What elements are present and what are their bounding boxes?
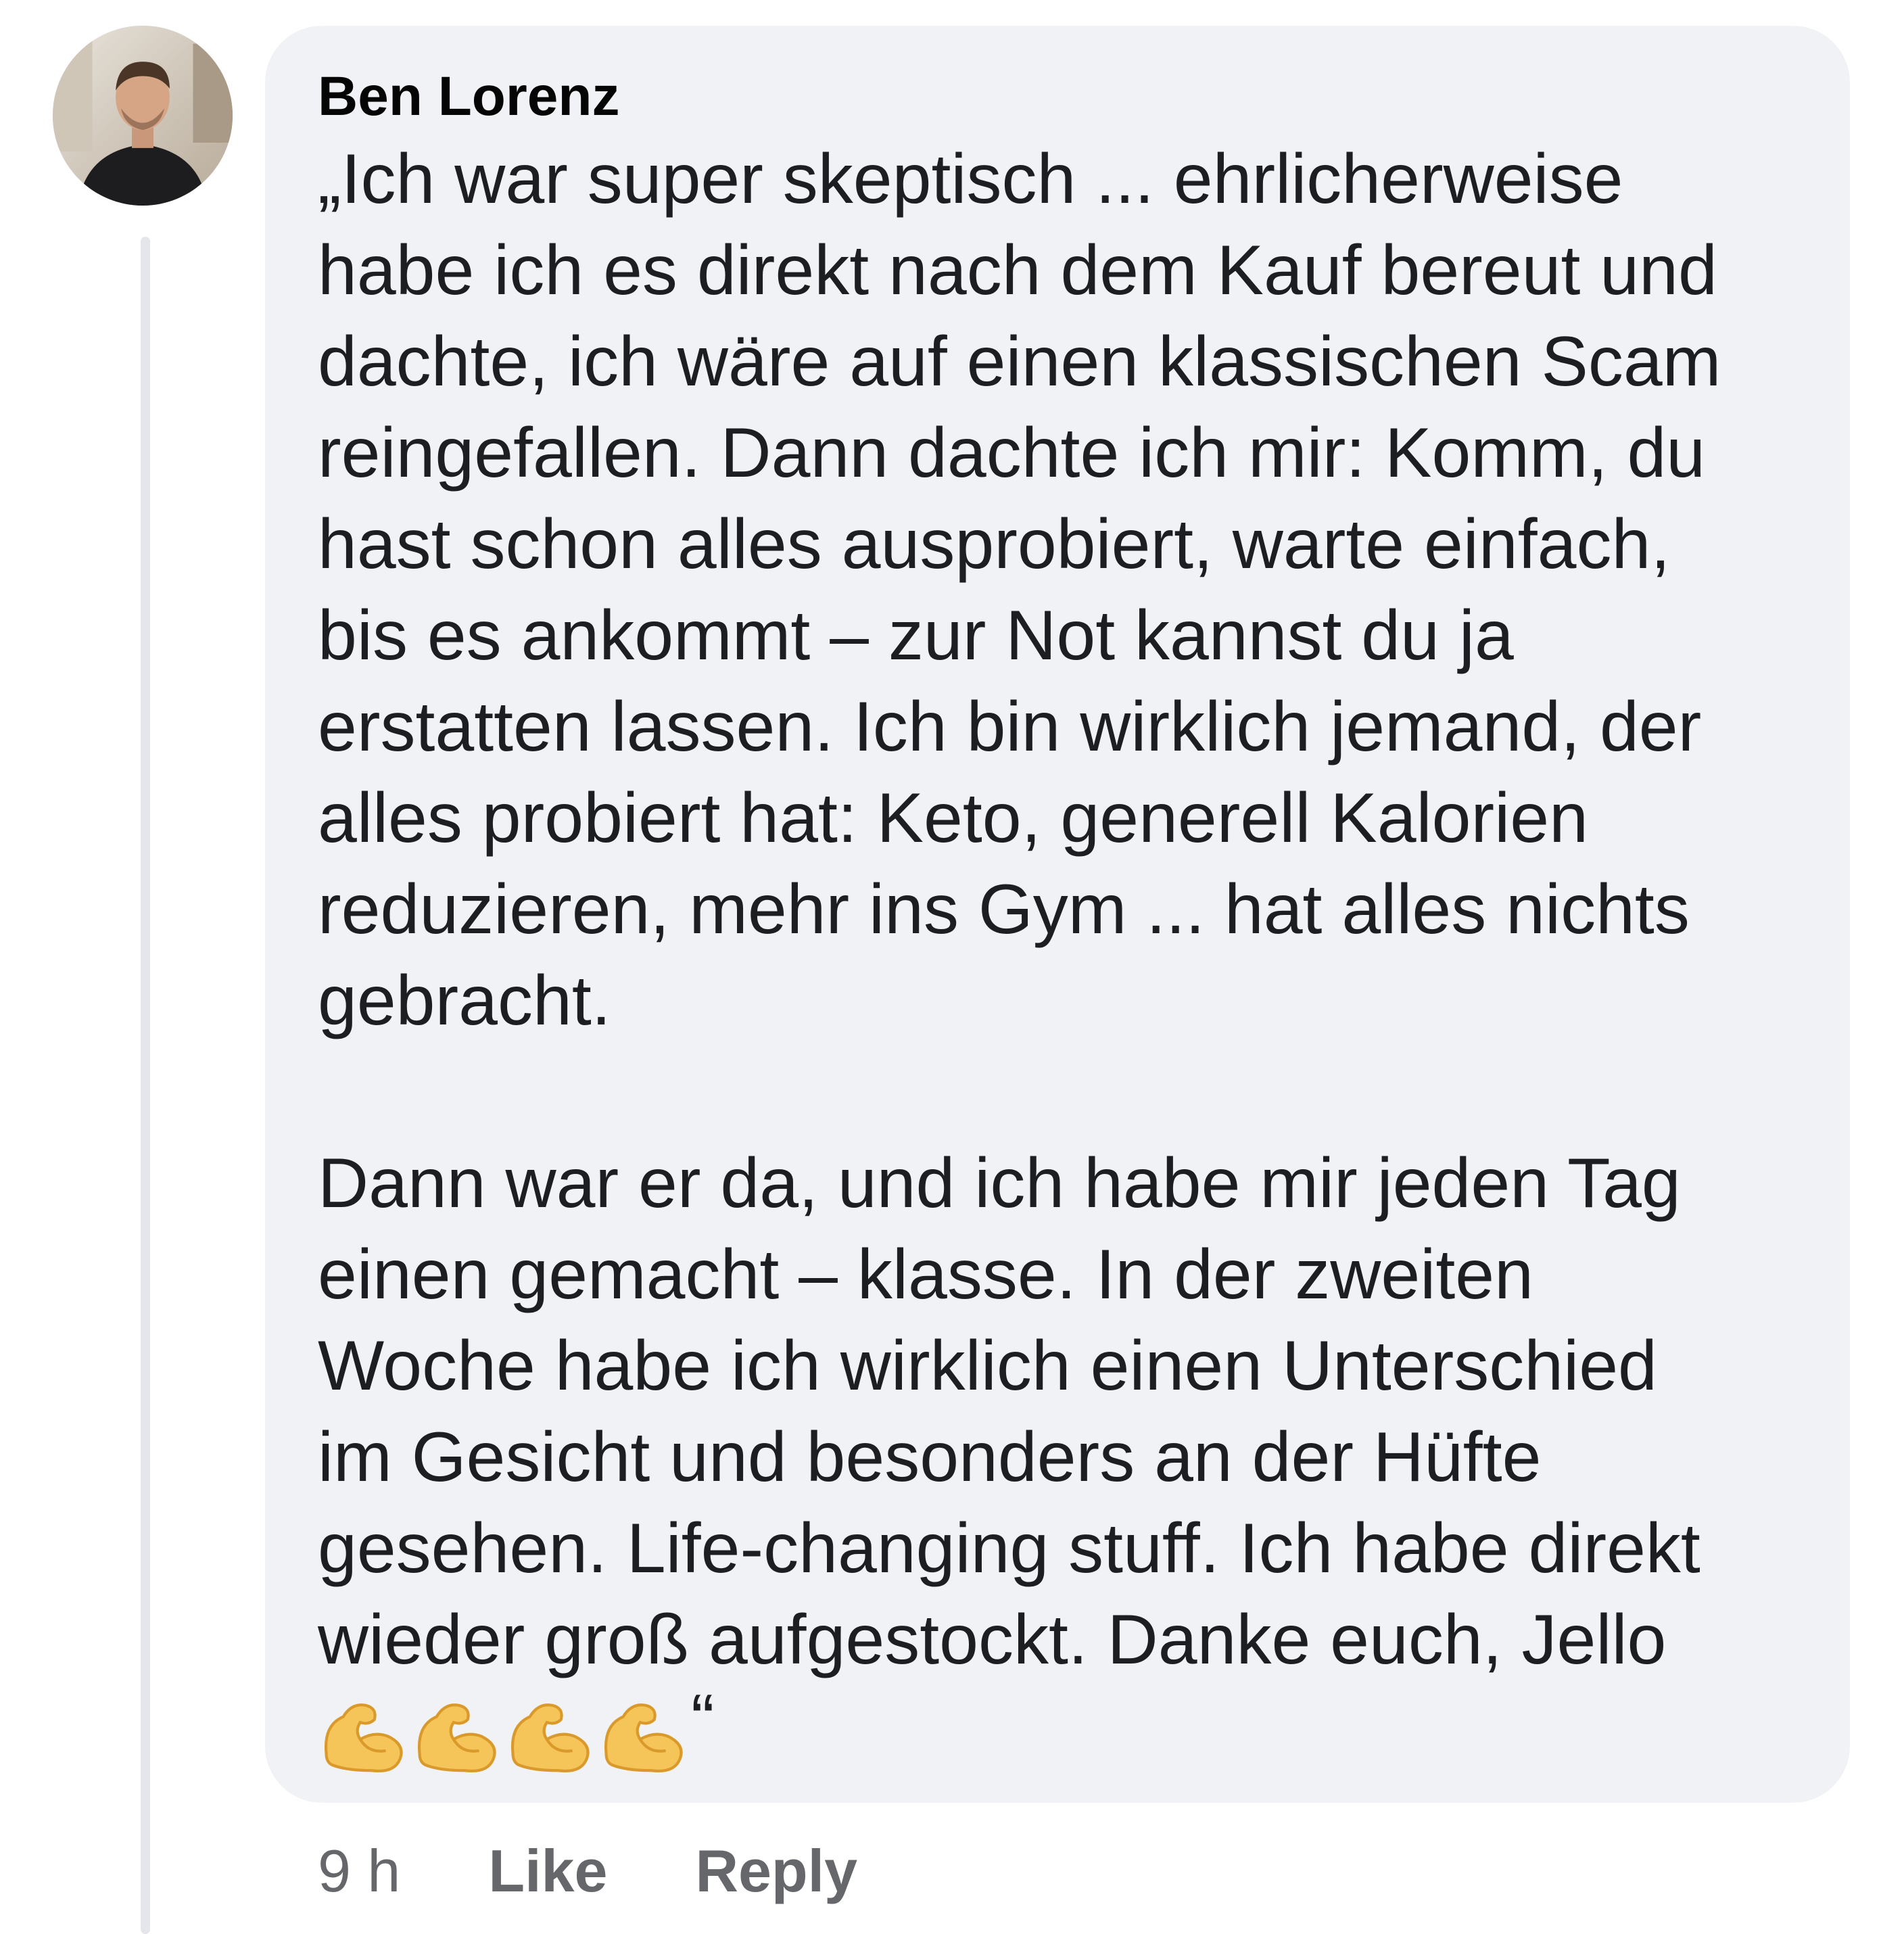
flexed-biceps-icon [411,1697,502,1776]
comment-author[interactable]: Ben Lorenz [318,60,1850,134]
closing-quote: “ [691,1680,715,1759]
flexed-biceps-icon [598,1697,688,1776]
like-button[interactable]: Like [488,1837,607,1906]
profile-photo [53,26,233,206]
comment-timestamp[interactable]: 9 h [318,1837,400,1906]
flexed-biceps-icon [504,1697,595,1776]
comment-bubble: Ben Lorenz „Ich war super skeptisch ... … [265,26,1850,1803]
reply-button[interactable]: Reply [695,1837,857,1906]
avatar[interactable] [53,26,233,206]
comment-body: „Ich war super skeptisch ... ehrlicherwe… [318,134,1826,1777]
comment-paragraph-2: Dann war er da, und ich habe mir jeden T… [318,1144,1700,1679]
comment-actions: 9 h Like Reply [318,1834,857,1908]
emoji-row: “ [318,1684,715,1777]
comment-paragraph-1: „Ich war super skeptisch ... ehrlicherwe… [318,140,1721,1040]
thread-line [141,237,150,1934]
flexed-biceps-icon [318,1697,408,1776]
